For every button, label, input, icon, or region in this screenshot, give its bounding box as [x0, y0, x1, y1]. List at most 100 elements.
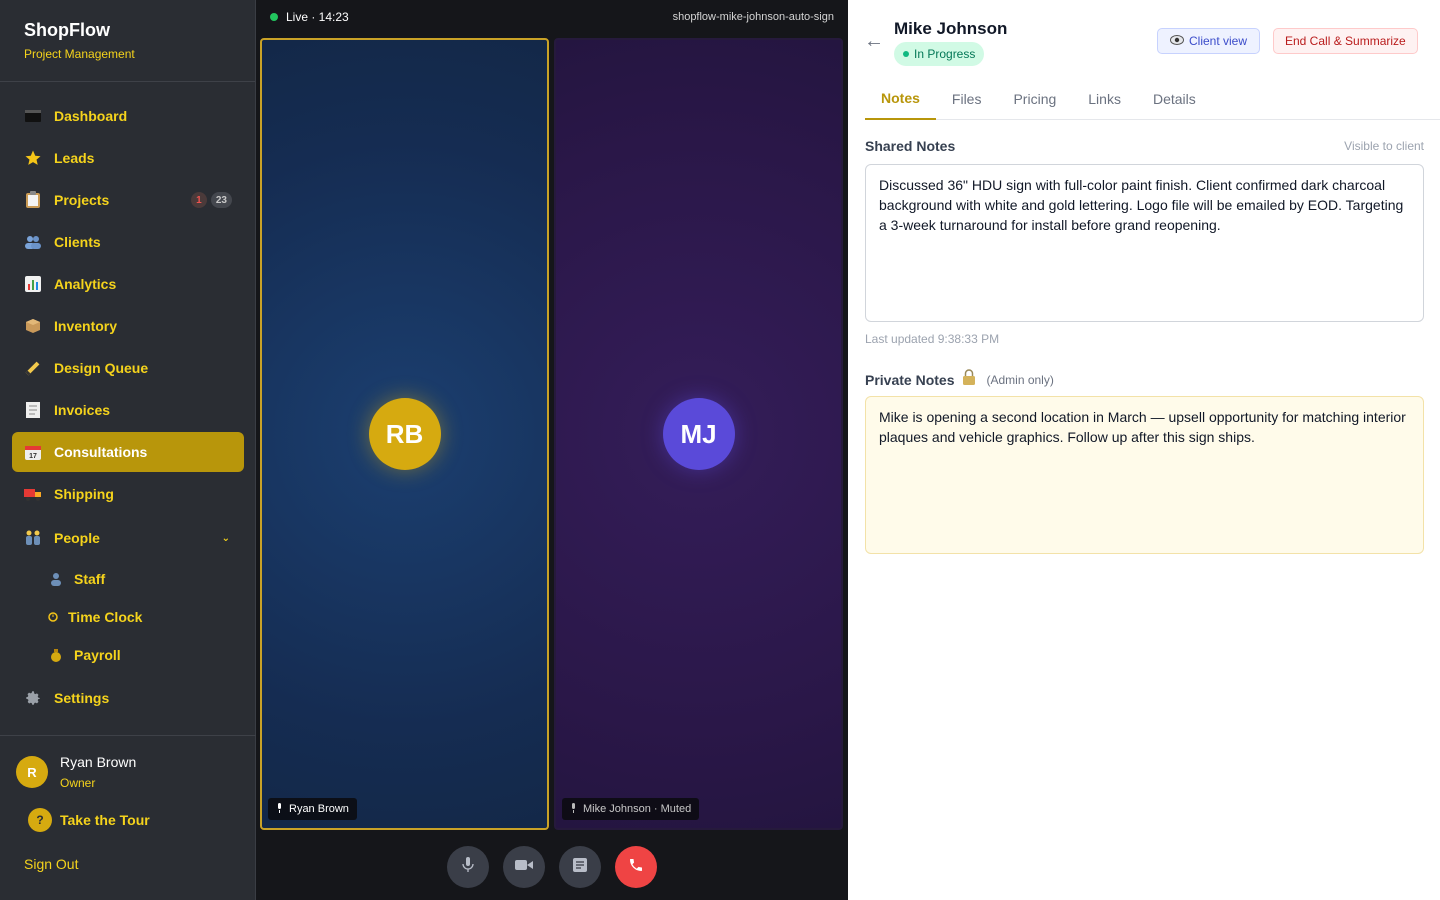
mic-icon: [462, 856, 474, 878]
user-profile[interactable]: R Ryan Brown Owner: [0, 736, 256, 790]
shared-notes-textarea[interactable]: Discussed 36" HDU sign with full-color p…: [865, 164, 1424, 322]
room-name: shopflow-mike-johnson-auto-sign: [672, 11, 834, 23]
people-icon: [24, 529, 42, 547]
phone-icon: [628, 857, 644, 878]
pencil-icon: [24, 359, 42, 377]
nav-label: Settings: [54, 690, 110, 706]
end-call-button[interactable]: [615, 846, 657, 888]
nav-label: Invoices: [54, 402, 111, 418]
admin-only-hint: (Admin only): [986, 372, 1054, 387]
nav-item-people[interactable]: People ⌄: [12, 518, 244, 558]
money-bag-icon: [48, 647, 64, 663]
notes-toggle-button[interactable]: [559, 846, 601, 888]
consultation-panel: ← Mike Johnson In Progress Client view E…: [848, 0, 1440, 900]
participant-tag: Ryan Brown: [268, 798, 357, 820]
nav-item-dashboard[interactable]: Dashboard: [12, 96, 244, 136]
nav-item-analytics[interactable]: Analytics: [12, 264, 244, 304]
tab-notes[interactable]: Notes: [865, 78, 936, 120]
client-view-label: Client view: [1189, 34, 1248, 48]
client-name: Mike Johnson: [894, 19, 1008, 38]
sidebar: ShopFlow Project Management Dashboard Le…: [0, 0, 256, 900]
nav-item-shipping[interactable]: Shipping: [12, 474, 244, 514]
live-timer: Live · 14:23: [286, 10, 349, 24]
nav-label: Leads: [54, 150, 95, 166]
nav-label: Projects: [54, 192, 110, 208]
tab-pricing[interactable]: Pricing: [997, 78, 1072, 120]
private-notes-header: Private Notes (Admin only): [865, 369, 1054, 390]
camera-icon: [515, 858, 533, 876]
alert-badge: 1: [190, 192, 207, 208]
brand-subtitle: Project Management: [24, 47, 135, 61]
nav-item-projects[interactable]: Projects 1 23: [12, 180, 244, 220]
nav-item-clients[interactable]: Clients: [12, 222, 244, 262]
person-icon: [48, 571, 64, 587]
panel-tabs: Notes Files Pricing Links Details: [865, 78, 1440, 120]
back-arrow-icon[interactable]: ←: [864, 30, 884, 53]
tab-links[interactable]: Links: [1072, 78, 1137, 120]
users-icon: [24, 233, 42, 251]
participant-tile-mike[interactable]: MJ Mike Johnson · Muted: [554, 38, 843, 830]
participant-tile-ryan[interactable]: RB Ryan Brown: [260, 38, 549, 830]
user-name: Ryan Brown: [60, 754, 137, 770]
status-text: In Progress: [914, 47, 976, 61]
nav-label: Dashboard: [54, 108, 128, 124]
mic-icon: [570, 803, 577, 815]
participant-name: Ryan Brown: [289, 803, 349, 815]
count-badge: 23: [210, 192, 232, 208]
call-controls: [256, 834, 848, 900]
live-dot-icon: [270, 13, 278, 21]
user-role: Owner: [60, 776, 96, 790]
nav-subitem-time-clock[interactable]: Time Clock: [12, 598, 244, 636]
tab-files[interactable]: Files: [936, 78, 998, 120]
nav-label: Clients: [54, 234, 101, 250]
shared-notes-title: Shared Notes: [865, 138, 956, 154]
clock-icon: [48, 609, 58, 625]
calendar-icon: 17: [24, 443, 42, 461]
brand-name: ShopFlow: [24, 20, 110, 40]
mic-toggle-button[interactable]: [447, 846, 489, 888]
lock-icon: [962, 369, 976, 390]
camera-toggle-button[interactable]: [503, 846, 545, 888]
nav-subitem-staff[interactable]: Staff: [12, 560, 244, 598]
brand: ShopFlow Project Management: [0, 0, 255, 82]
take-tour-button[interactable]: ? Take the Tour: [0, 790, 256, 832]
tour-label: Take the Tour: [60, 812, 150, 828]
participant-avatar: RB: [368, 398, 441, 470]
star-icon: [24, 149, 42, 167]
nav-item-invoices[interactable]: Invoices: [12, 390, 244, 430]
nav-label: Design Queue: [54, 360, 149, 376]
nav-label: Shipping: [54, 486, 114, 502]
nav-item-leads[interactable]: Leads: [12, 138, 244, 178]
help-icon: ?: [28, 808, 52, 832]
nav-sublabel: Staff: [74, 571, 106, 587]
end-call-summarize-button[interactable]: End Call & Summarize: [1273, 28, 1418, 54]
nav-item-consultations[interactable]: 17 Consultations: [12, 432, 244, 472]
svg-text:17: 17: [29, 453, 37, 460]
nav-label: Inventory: [54, 318, 118, 334]
status-dot-icon: [903, 51, 909, 57]
nav-item-settings[interactable]: Settings: [12, 678, 244, 718]
nav-label: People: [54, 530, 100, 546]
gear-icon: [24, 689, 42, 707]
sign-out-link[interactable]: Sign Out: [0, 832, 256, 872]
participant-avatar: MJ: [662, 398, 735, 470]
chart-icon: [24, 275, 42, 293]
participant-name: Mike Johnson · Muted: [583, 803, 692, 815]
nav-subitem-payroll[interactable]: Payroll: [12, 636, 244, 674]
participant-tag: Mike Johnson · Muted: [562, 798, 700, 820]
nav-label: Consultations: [54, 444, 148, 460]
nav-sublabel: Time Clock: [68, 609, 143, 625]
avatar: R: [16, 756, 48, 788]
call-header: Live · 14:23 shopflow-mike-johnson-auto-…: [256, 0, 848, 34]
nav-item-inventory[interactable]: Inventory: [12, 306, 244, 346]
last-updated: Last updated 9:38:33 PM: [865, 332, 1000, 346]
clipboard-icon: [24, 191, 42, 209]
client-view-button[interactable]: Client view: [1157, 28, 1261, 54]
private-notes-textarea[interactable]: Mike is opening a second location in Mar…: [865, 396, 1424, 554]
nav-item-design-queue[interactable]: Design Queue: [12, 348, 244, 388]
notes-icon: [573, 857, 587, 877]
tab-details[interactable]: Details: [1137, 78, 1212, 120]
chevron-down-icon[interactable]: ⌄: [222, 533, 230, 544]
nav-sublabel: Payroll: [74, 647, 121, 663]
private-notes-title: Private Notes: [865, 371, 955, 388]
